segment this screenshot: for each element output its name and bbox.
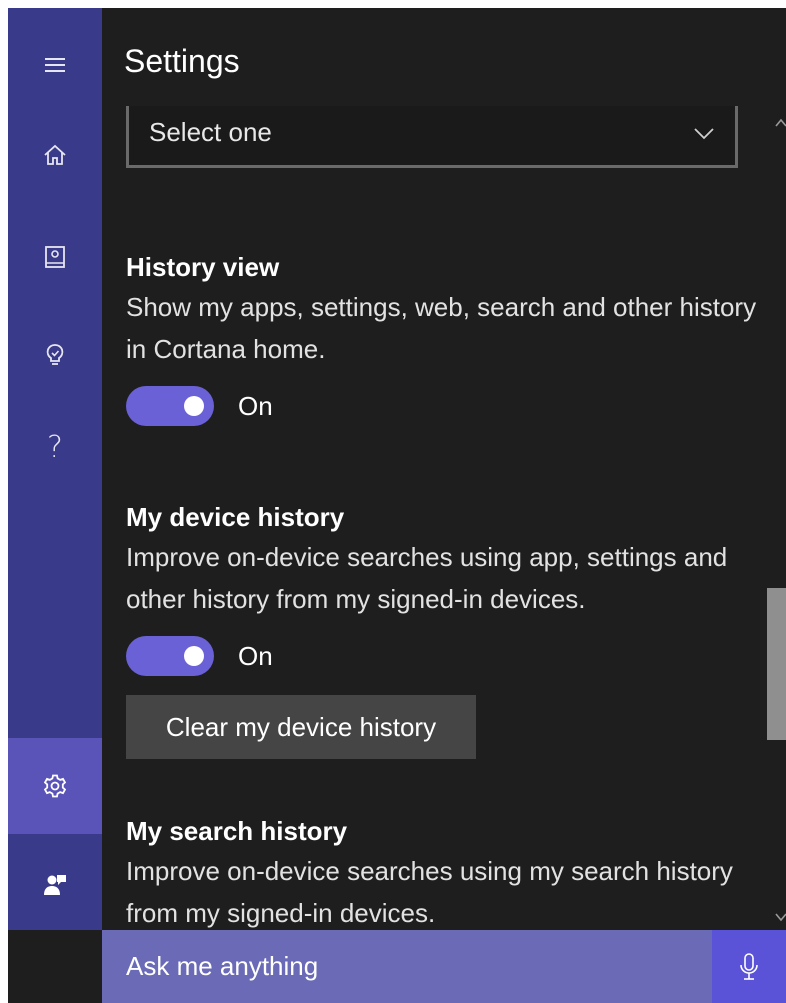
toggle-knob <box>184 396 204 416</box>
feedback-button[interactable] <box>8 850 102 920</box>
settings-panel: Settings Select one History view Show my… <box>102 8 786 930</box>
section-description-search-history: Improve on-device searches using my sear… <box>126 856 733 928</box>
section-heading-history-view: History view <box>126 252 280 282</box>
settings-button[interactable] <box>8 738 102 834</box>
notebook-button[interactable] <box>8 222 102 292</box>
home-button[interactable] <box>8 120 102 190</box>
section-heading-device-history: My device history <box>126 502 345 532</box>
device-history-toggle-row: On <box>126 636 273 676</box>
device-history-toggle[interactable] <box>126 636 214 676</box>
history-view-toggle[interactable] <box>126 386 214 426</box>
section-description-history-view: Show my apps, settings, web, search and … <box>126 292 757 364</box>
lightbulb-icon <box>46 344 64 365</box>
clear-device-history-button[interactable]: Clear my device history <box>126 695 476 759</box>
left-rail: ? <box>8 8 102 930</box>
feedback-icon <box>44 875 66 895</box>
section-description-device-history: Improve on-device searches using app, se… <box>126 542 728 614</box>
toggle-state-label: On <box>238 640 273 671</box>
home-icon <box>44 144 66 165</box>
gear-icon <box>43 774 67 798</box>
section-heading-search-history: My search history <box>126 816 348 846</box>
hamburger-menu-button[interactable] <box>8 30 102 100</box>
page-title: Settings <box>124 43 240 79</box>
help-icon: ? <box>47 429 63 465</box>
toggle-state-label: On <box>238 390 273 421</box>
search-bar <box>102 930 786 1003</box>
hamburger-menu-icon <box>45 58 65 72</box>
scroll-up-arrow-icon[interactable] <box>774 116 786 130</box>
cortana-window: ? Settings Select one History view Show … <box>8 8 786 1003</box>
toggle-knob <box>184 646 204 666</box>
history-view-toggle-row: On <box>126 386 273 426</box>
search-input[interactable] <box>102 930 702 1003</box>
chevron-down-icon <box>694 128 714 140</box>
help-button[interactable]: ? <box>8 412 102 482</box>
microphone-icon <box>740 952 758 980</box>
scrollbar-thumb[interactable] <box>767 588 786 740</box>
select-dropdown[interactable]: Select one <box>126 106 738 168</box>
scroll-down-arrow-icon[interactable] <box>774 910 786 924</box>
notebook-icon <box>45 246 65 268</box>
dropdown-value: Select one <box>149 117 272 147</box>
tips-button[interactable] <box>8 320 102 390</box>
microphone-button[interactable] <box>712 930 786 1003</box>
